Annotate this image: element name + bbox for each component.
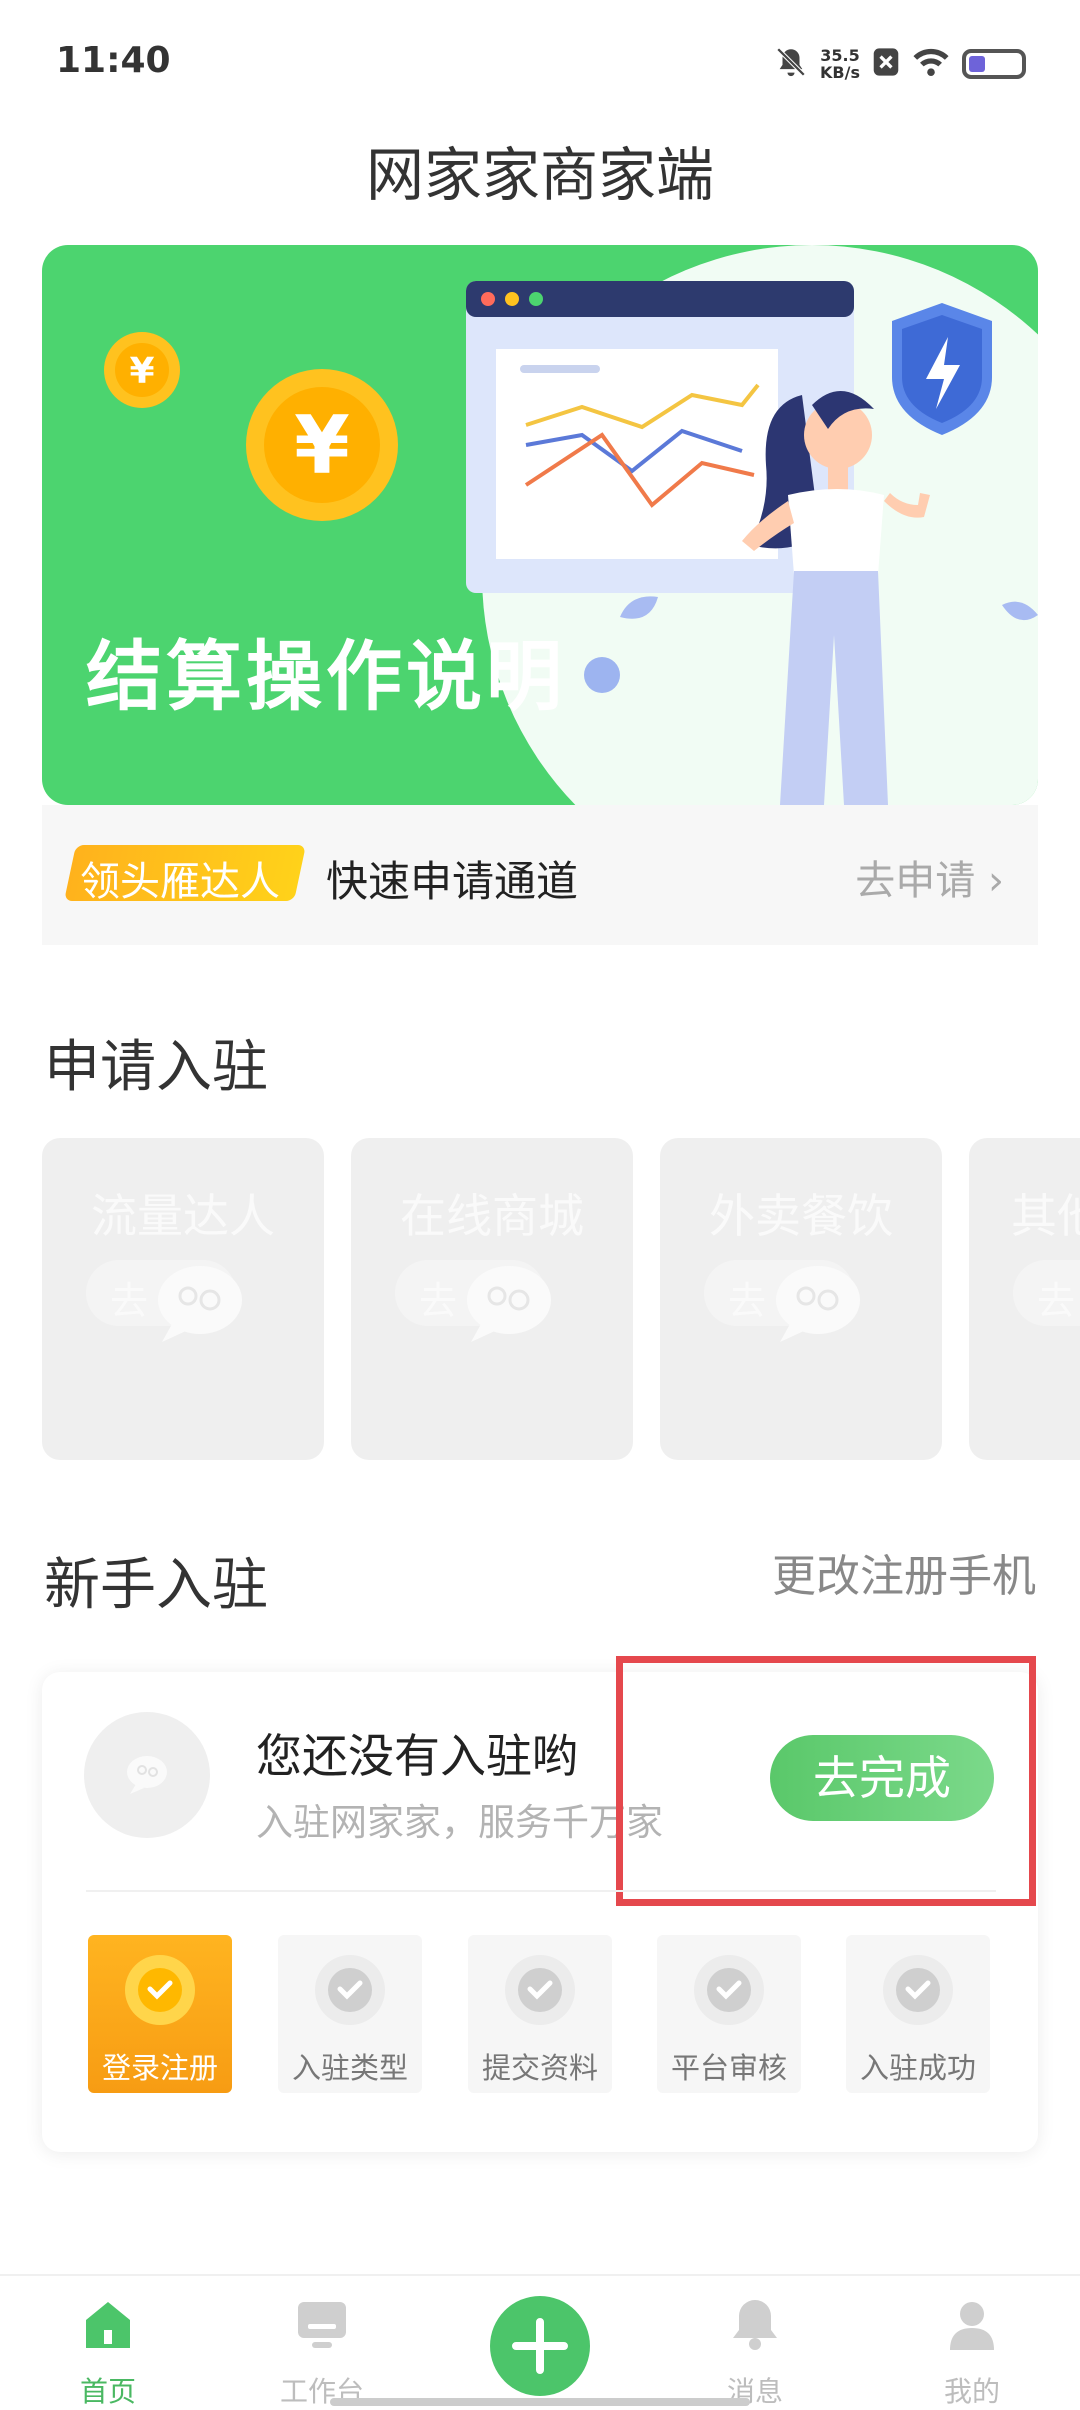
battery-icon xyxy=(962,49,1026,79)
step-label: 登录注册 xyxy=(101,2051,218,2085)
sim-blocked-icon xyxy=(872,47,900,81)
speed-unit: KB/s xyxy=(820,63,860,82)
step-platform-review: 平台审核 xyxy=(657,1935,801,2093)
plus-icon xyxy=(512,2318,568,2374)
tab-workbench[interactable]: 工作台 xyxy=(262,2296,382,2408)
step-label: 提交资料 xyxy=(481,2051,598,2085)
quick-apply-title: 快速申请通道 xyxy=(326,857,579,906)
go-apply-link[interactable]: 去申请 › xyxy=(855,848,1004,906)
tab-label: 首页 xyxy=(79,2375,136,2408)
step-submit-info: 提交资料 xyxy=(468,1935,612,2093)
svg-text:¥: ¥ xyxy=(294,399,350,492)
workbench-icon xyxy=(298,2302,346,2348)
page-title: 网家家商家端 xyxy=(365,141,714,209)
check-icon xyxy=(883,1955,953,2025)
category-label: 流量达人 xyxy=(91,1189,275,1243)
step-label: 入驻类型 xyxy=(291,2051,408,2085)
user-icon xyxy=(950,2302,994,2350)
banner-title: 结算操作说明 xyxy=(86,632,566,721)
category-card-mall[interactable]: 在线商城 去 xyxy=(351,1138,633,1460)
step-label: 入驻成功 xyxy=(859,2051,976,2085)
change-phone-link[interactable]: 更改注册手机 xyxy=(772,1540,1036,1604)
chat-bubble-icon xyxy=(158,1266,242,1342)
step-login-register: 登录注册 xyxy=(88,1935,232,2093)
leader-tag-label: 领头雁达人 xyxy=(80,859,280,905)
category-card-food[interactable]: 外卖餐饮 去 xyxy=(660,1138,942,1460)
chat-bubble-icon xyxy=(467,1266,551,1342)
tab-mine[interactable]: 我的 xyxy=(912,2296,1032,2408)
chat-avatar-icon xyxy=(127,1756,167,1794)
divider xyxy=(86,1890,996,1892)
tab-label: 我的 xyxy=(943,2375,1000,2408)
check-icon xyxy=(694,1955,764,2025)
home-icon xyxy=(86,2302,130,2348)
join-status-subtitle: 入驻网家家，服务千万家 xyxy=(256,1801,663,1844)
check-icon xyxy=(505,1955,575,2025)
category-label: 外卖餐饮 xyxy=(709,1189,893,1243)
mute-bell-icon xyxy=(774,45,808,83)
avatar xyxy=(84,1712,210,1838)
network-speed: 35.5 KB/s xyxy=(820,47,860,81)
check-icon xyxy=(315,1955,385,2025)
category-label: 在线商城 xyxy=(400,1189,584,1243)
category-label: 其他 xyxy=(1011,1189,1080,1243)
category-card-other[interactable]: 其他 去 xyxy=(969,1138,1080,1460)
join-status-title: 您还没有入驻哟 xyxy=(256,1729,578,1783)
svg-text:¥: ¥ xyxy=(129,351,154,392)
status-time: 11:40 xyxy=(56,40,171,81)
step-join-success: 入驻成功 xyxy=(846,1935,990,2093)
status-icons: 35.5 KB/s xyxy=(774,40,1026,88)
highlight-box xyxy=(616,1656,1036,1906)
tab-home[interactable]: 首页 xyxy=(48,2296,168,2408)
check-icon xyxy=(125,1955,195,2025)
bell-icon xyxy=(733,2300,777,2350)
step-label: 平台审核 xyxy=(670,2051,787,2085)
speed-value: 35.5 xyxy=(820,46,860,65)
wifi-icon xyxy=(912,47,950,81)
step-join-type: 入驻类型 xyxy=(278,1935,422,2093)
publish-plus-button[interactable] xyxy=(490,2296,590,2396)
category-card-traffic[interactable]: 流量达人 去 xyxy=(42,1138,324,1460)
apply-section-title: 申请入驻 xyxy=(44,1035,268,1100)
tab-messages[interactable]: 消息 xyxy=(695,2296,815,2408)
chat-bubble-icon xyxy=(776,1266,860,1342)
category-go-button[interactable]: 去 xyxy=(1013,1260,1080,1326)
newbie-section-title: 新手入驻 xyxy=(44,1553,268,1618)
home-indicator xyxy=(330,2398,750,2406)
